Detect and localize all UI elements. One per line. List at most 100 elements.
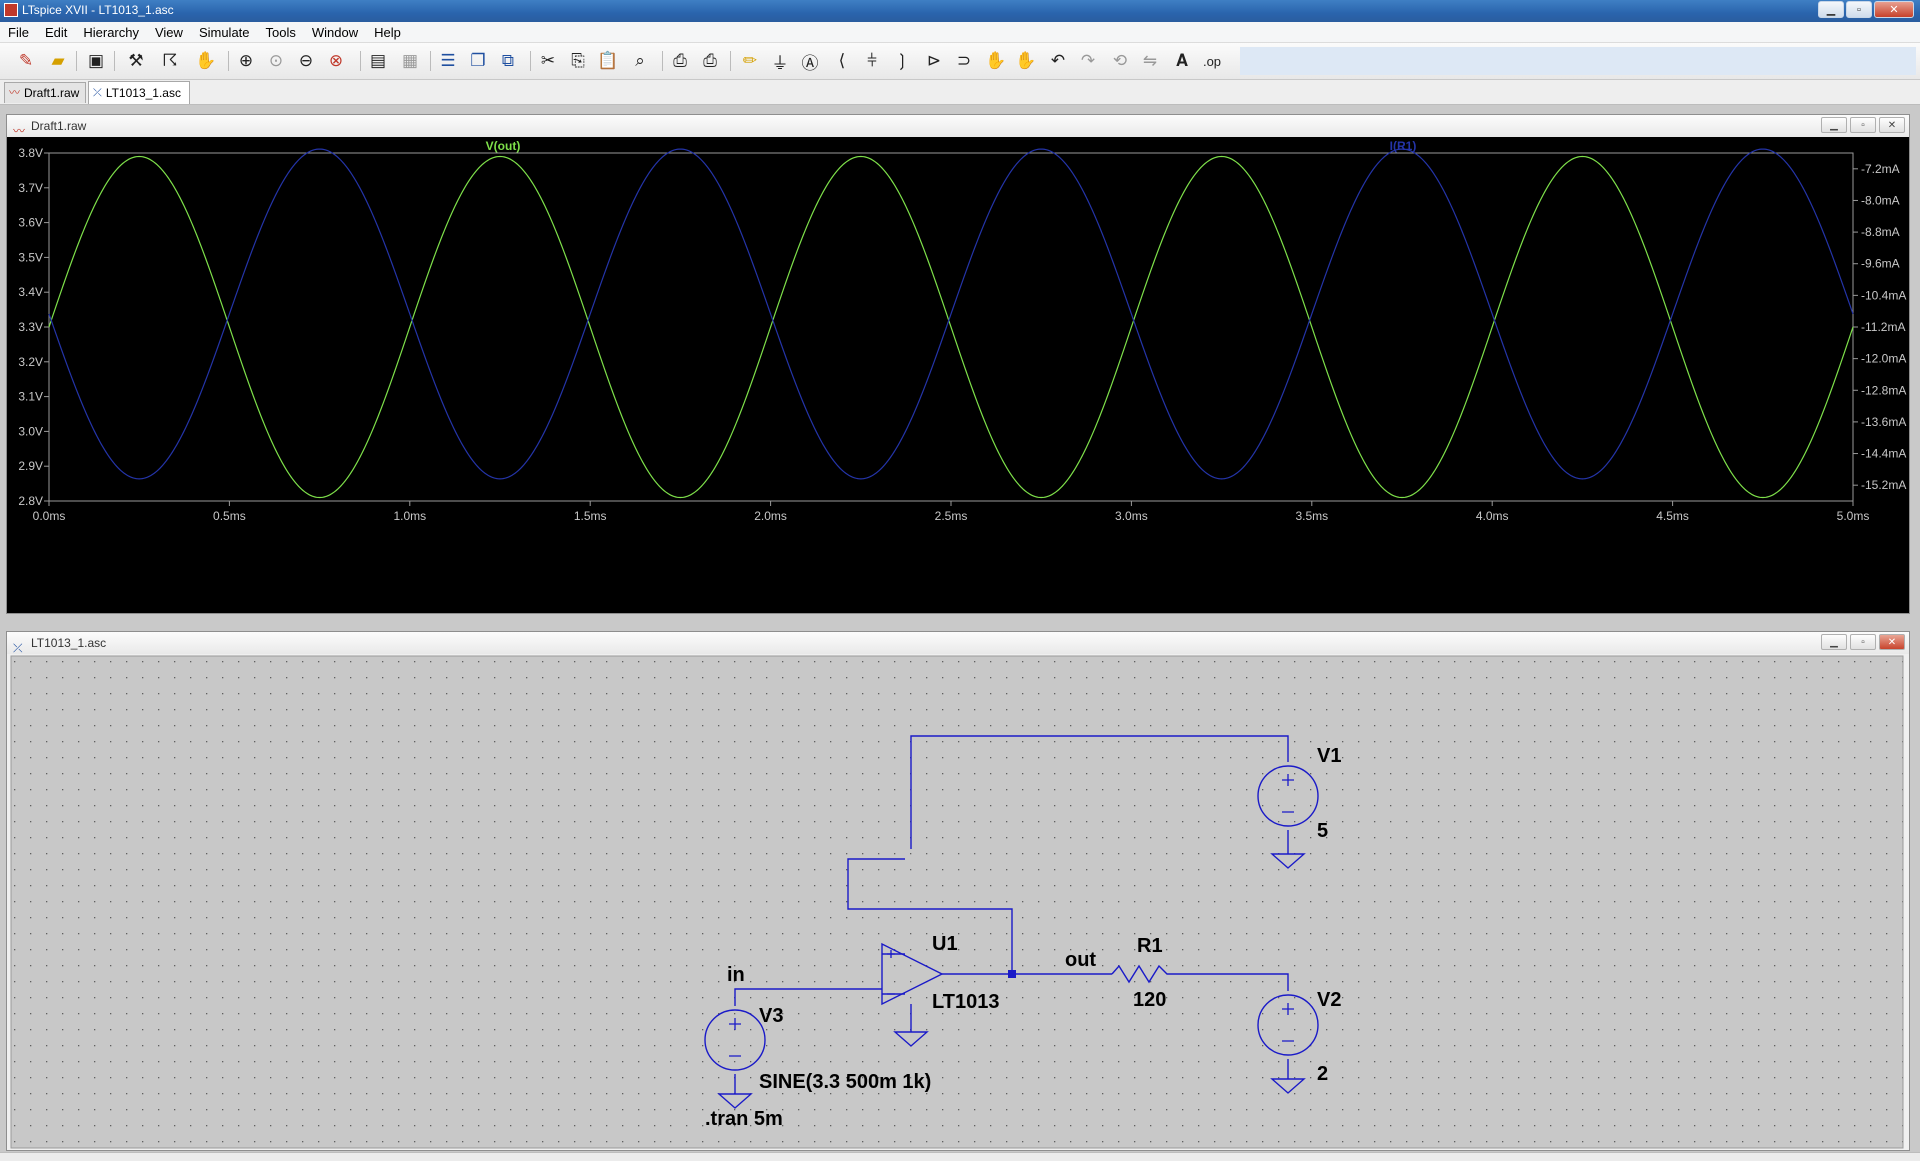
delete-trace-icon[interactable]: ▦ bbox=[398, 49, 422, 73]
menu-window[interactable]: Window bbox=[304, 25, 366, 40]
halt-hand-icon[interactable]: ✋ bbox=[194, 49, 218, 73]
open-folder-icon[interactable]: ▰ bbox=[46, 49, 70, 73]
tile-vertical-icon[interactable]: ⧉ bbox=[496, 49, 520, 73]
tab-label: LT1013_1.asc bbox=[105, 86, 181, 100]
spice-directive-tran[interactable]: .tran 5m bbox=[705, 1108, 783, 1130]
spice-directive-icon[interactable]: .op bbox=[1200, 49, 1224, 73]
menu-tools[interactable]: Tools bbox=[258, 25, 304, 40]
y-right-tick-label: -7.2mA bbox=[1861, 162, 1900, 176]
series-line-ir1 bbox=[48, 148, 1854, 480]
y-right-tick-label: -12.0mA bbox=[1861, 352, 1906, 366]
zoom-in-icon[interactable]: ⊕ bbox=[234, 49, 258, 73]
zoom-pan-icon[interactable]: ⊙ bbox=[264, 49, 288, 73]
minimize-button[interactable]: ▁ bbox=[1818, 1, 1844, 18]
y-left-tick-label: 2.9V bbox=[18, 459, 43, 473]
y-right-tick-label: -13.6mA bbox=[1861, 415, 1906, 429]
legend-vout: V(out) bbox=[486, 139, 521, 153]
copy-icon[interactable]: ⎘ bbox=[566, 49, 590, 73]
label-v2-value: 2 bbox=[1317, 1063, 1328, 1085]
capacitor-icon[interactable]: ⫩ bbox=[860, 49, 884, 73]
cascade-windows-icon[interactable]: ❐ bbox=[466, 49, 490, 73]
y-left-tick-label: 3.6V bbox=[18, 216, 43, 230]
draw-wire-icon[interactable]: ✏ bbox=[738, 49, 762, 73]
autorange-icon[interactable]: ▤ bbox=[366, 49, 390, 73]
run-simulation-icon[interactable]: ☈ bbox=[158, 49, 182, 73]
save-icon[interactable]: ▣ bbox=[84, 49, 108, 73]
label-u1: U1 bbox=[932, 933, 958, 955]
label-v3-value: SINE(3.3 500m 1k) bbox=[759, 1071, 931, 1093]
mirror-icon[interactable]: ⇋ bbox=[1138, 49, 1162, 73]
label-u1-model: LT1013 bbox=[932, 991, 999, 1013]
menu-help[interactable]: Help bbox=[366, 25, 409, 40]
schematic-canvas[interactable]: in out U1 LT1013 R1 120 V1 5 V2 2 V3 SIN… bbox=[7, 654, 1909, 1150]
menu-view[interactable]: View bbox=[147, 25, 191, 40]
waveform-minimize-button[interactable]: ▁ bbox=[1821, 117, 1847, 133]
zoom-out-icon[interactable]: ⊖ bbox=[294, 49, 318, 73]
x-tick-label: 3.5ms bbox=[1295, 509, 1328, 523]
legend-ir1: I(R1) bbox=[1390, 139, 1417, 153]
schematic-window-header: ⤫ LT1013_1.asc ▁ ▫ ✕ bbox=[7, 632, 1909, 655]
y-left-tick-label: 3.4V bbox=[18, 285, 43, 299]
window-title: LTspice XVII - LT1013_1.asc bbox=[22, 3, 174, 17]
y-left-tick-label: 3.7V bbox=[18, 181, 43, 195]
x-tick-label: 4.0ms bbox=[1476, 509, 1509, 523]
y-right-tick-label: -9.6mA bbox=[1861, 257, 1900, 271]
schematic-maximize-button[interactable]: ▫ bbox=[1850, 634, 1876, 650]
tab-draft1-raw[interactable]: 〰 Draft1.raw bbox=[4, 82, 86, 103]
text-icon[interactable]: 𝐀 bbox=[1170, 49, 1194, 73]
tab-lt1013-asc[interactable]: ⤫ LT1013_1.asc bbox=[88, 81, 190, 104]
resistor-icon[interactable]: ⟨ bbox=[830, 49, 854, 73]
y-left-tick-label: 3.0V bbox=[18, 424, 43, 438]
inductor-icon[interactable]: ❳ bbox=[890, 49, 914, 73]
schematic-close-button[interactable]: ✕ bbox=[1879, 634, 1905, 650]
diode-icon[interactable]: ⊳ bbox=[922, 49, 946, 73]
y-left-tick-label: 3.2V bbox=[18, 355, 43, 369]
zoom-fit-icon[interactable]: ⊗ bbox=[324, 49, 348, 73]
print-setup-icon[interactable]: ⎙ bbox=[668, 49, 692, 73]
y-right-tick-label: -8.8mA bbox=[1861, 225, 1900, 239]
label-net-out: out bbox=[1065, 949, 1096, 971]
waveform-close-button[interactable]: ✕ bbox=[1879, 117, 1905, 133]
label-net-in: in bbox=[727, 964, 745, 986]
close-button[interactable]: ✕ bbox=[1874, 1, 1914, 18]
menu-simulate[interactable]: Simulate bbox=[191, 25, 258, 40]
y-left-tick-label: 3.3V bbox=[18, 320, 43, 334]
find-icon[interactable]: ⌕ bbox=[628, 49, 652, 73]
label-net-icon[interactable]: Ⓐ bbox=[798, 49, 822, 73]
waveform-maximize-button[interactable]: ▫ bbox=[1850, 117, 1876, 133]
y-left-tick-label: 3.5V bbox=[18, 250, 43, 264]
y-right-tick-label: -15.2mA bbox=[1861, 478, 1906, 492]
y-right-tick-label: -12.8mA bbox=[1861, 383, 1906, 397]
menu-edit[interactable]: Edit bbox=[37, 25, 75, 40]
rotate-icon[interactable]: ⟲ bbox=[1108, 49, 1132, 73]
label-r1-value: 120 bbox=[1133, 989, 1166, 1011]
cut-icon[interactable]: ✂ bbox=[536, 49, 560, 73]
undo-icon[interactable]: ↶ bbox=[1046, 49, 1070, 73]
schematic-icon: ⤫ bbox=[93, 87, 102, 99]
waveform-plot[interactable]: 3.8V 3.7V 3.6V 3.5V 3.4V 3.3V 3.2V 3.1V 3.0V 2.9V… bbox=[7, 137, 1909, 613]
control-panel-hammer-icon[interactable]: ⚒ bbox=[124, 49, 148, 73]
y-right-tick-label: -8.0mA bbox=[1861, 193, 1900, 207]
x-tick-label: 1.5ms bbox=[574, 509, 607, 523]
x-tick-label: 5.0ms bbox=[1837, 509, 1870, 523]
component-icon[interactable]: ⊃ bbox=[952, 49, 976, 73]
move-hand-icon[interactable]: ✋ bbox=[984, 49, 1008, 73]
y-left-tick-label: 3.1V bbox=[18, 390, 43, 404]
paste-icon[interactable]: 📋 bbox=[596, 49, 620, 73]
maximize-button[interactable]: ▫ bbox=[1846, 1, 1872, 18]
menu-hierarchy[interactable]: Hierarchy bbox=[75, 25, 147, 40]
x-tick-label: 4.5ms bbox=[1656, 509, 1689, 523]
waveform-window: 〰 Draft1.raw ▁ ▫ ✕ 3.8V 3.7V 3.6V 3.5V 3.4V 3… bbox=[6, 114, 1910, 614]
new-schematic-icon[interactable]: ✎ bbox=[14, 49, 38, 73]
redo-icon[interactable]: ↷ bbox=[1076, 49, 1100, 73]
x-tick-label: 2.0ms bbox=[754, 509, 787, 523]
print-icon[interactable]: ⎙ bbox=[698, 49, 722, 73]
ground-icon[interactable]: ⏚ bbox=[768, 49, 792, 73]
y-right-tick-label: -10.4mA bbox=[1861, 288, 1906, 302]
y-left-tick-label: 2.8V bbox=[18, 494, 43, 508]
schematic-minimize-button[interactable]: ▁ bbox=[1821, 634, 1847, 650]
tile-horizontal-icon[interactable]: ☰ bbox=[436, 49, 460, 73]
menu-file[interactable]: File bbox=[0, 25, 37, 40]
document-tabs: 〰 Draft1.raw ⤫ LT1013_1.asc bbox=[0, 80, 1920, 105]
drag-hand-icon[interactable]: ✋ bbox=[1014, 49, 1038, 73]
